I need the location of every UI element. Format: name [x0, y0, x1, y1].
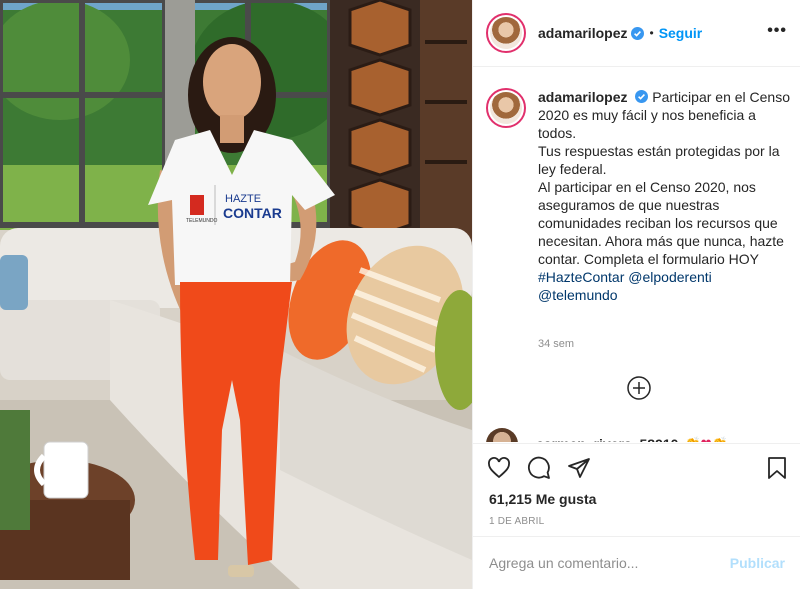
likes-count[interactable]: 61,215 Me gusta — [489, 491, 596, 507]
post-header: adamarilopez • Seguir ••• — [473, 0, 800, 67]
post-caption: adamarilopez Participar en el Censo 2020… — [486, 88, 791, 304]
post-sidebar: adamarilopez • Seguir ••• adamarilopez P… — [472, 0, 800, 589]
caption-text: adamarilopez Participar en el Censo 2020… — [538, 88, 791, 304]
caption-username[interactable]: adamarilopez — [538, 89, 627, 105]
separator-dot: • — [649, 26, 654, 40]
like-heart-icon[interactable] — [487, 456, 511, 480]
verified-badge-icon — [635, 90, 649, 103]
comment-icon[interactable] — [527, 456, 551, 480]
photo-scene: HAZTE CONTAR TELEMUNDO — [0, 0, 472, 589]
caption-avatar[interactable] — [486, 88, 526, 128]
add-comment-form: Publicar — [473, 536, 800, 589]
hashtag-link[interactable]: #HazteContar — [538, 269, 624, 285]
publish-button[interactable]: Publicar — [730, 555, 785, 571]
shirt-brand: TELEMUNDO — [186, 218, 218, 224]
shirt-text-line1: HAZTE — [225, 193, 261, 205]
mention-link-telemundo[interactable]: @telemundo — [538, 287, 618, 303]
follow-button[interactable]: Seguir — [659, 25, 703, 41]
shirt-text-line2: CONTAR — [223, 205, 282, 221]
comments-section[interactable]: adamarilopez Participar en el Censo 2020… — [473, 68, 800, 442]
caption-line-2: Tus respuestas están protegidas por la l… — [538, 143, 780, 177]
author-avatar[interactable] — [486, 13, 526, 53]
post-photo[interactable]: HAZTE CONTAR TELEMUNDO — [0, 0, 472, 589]
mention-link-elpoderenti[interactable]: @elpoderenti — [628, 269, 712, 285]
save-bookmark-icon[interactable] — [765, 456, 789, 480]
commenter-username[interactable]: carmen_rivera_58910 — [536, 436, 678, 442]
commenter-avatar[interactable] — [486, 428, 518, 442]
comment-item: carmen_rivera_58910 👏❤👏 — [486, 428, 728, 442]
author-username[interactable]: adamarilopez — [538, 25, 627, 41]
post-date[interactable]: 1 DE ABRIL — [489, 516, 544, 527]
caption-line-3: Al participar en el Censo 2020, nos aseg… — [538, 179, 784, 267]
comment-input[interactable] — [489, 555, 730, 571]
verified-badge-icon — [631, 26, 645, 40]
comment-emoji: 👏❤👏 — [684, 436, 727, 442]
load-more-comments-icon[interactable] — [627, 376, 651, 400]
share-direct-icon[interactable] — [567, 456, 591, 480]
more-options-icon[interactable]: ••• — [767, 22, 787, 40]
post-age[interactable]: 34 sem — [538, 338, 574, 350]
action-bar: 61,215 Me gusta 1 DE ABRIL — [473, 443, 800, 527]
